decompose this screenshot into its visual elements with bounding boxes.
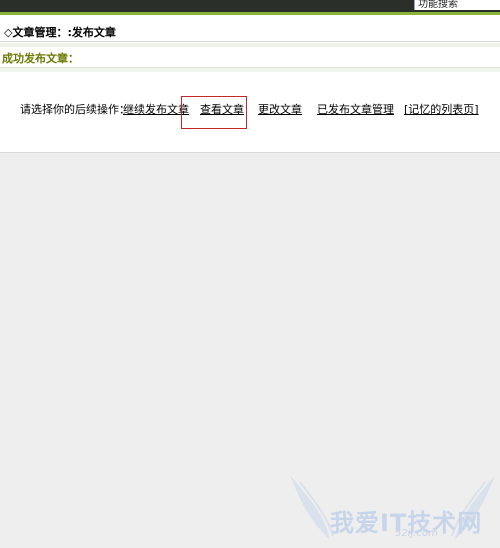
next-action-prompt: 请选择你的后续操作： [20,103,130,116]
watermark-subtext: 52ij.com [395,528,438,539]
highlight-box [181,96,247,129]
divider [0,68,500,72]
continue-publish-link[interactable]: 继续发布文章 [123,100,189,120]
success-message: 成功发布文章： [0,50,500,68]
divider [0,152,500,153]
function-search-button[interactable]: 功能搜索 [414,0,500,10]
breadcrumb: ◇文章管理：:发布文章 [0,24,500,42]
divider [0,43,500,47]
remembered-list-link[interactable]: [记忆的列表页] [404,100,479,120]
published-articles-link[interactable]: 已发布文章管理 [317,100,394,120]
edit-article-link[interactable]: 更改文章 [258,100,302,120]
next-action-options: 请选择你的后续操作： 继续发布文章 查看文章 更改文章 已发布文章管理 [记忆的… [0,100,500,120]
